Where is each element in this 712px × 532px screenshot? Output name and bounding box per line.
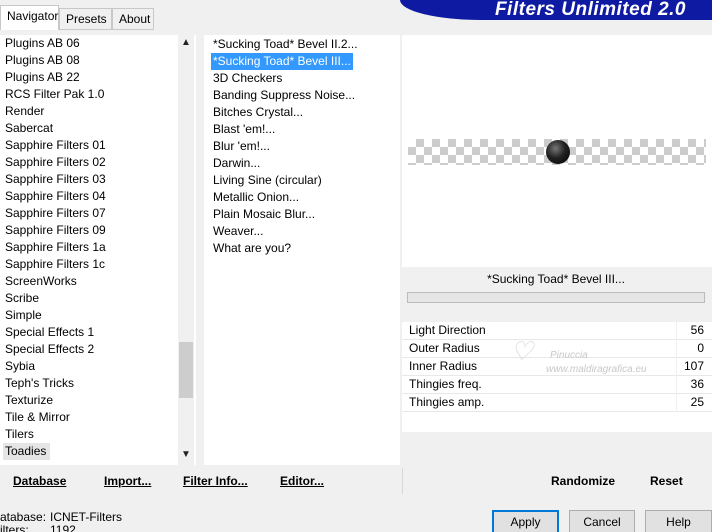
category-item[interactable]: Sapphire Filters 01 (5, 137, 106, 154)
watermark-url: www.maldiragrafica.eu (546, 364, 647, 375)
param-label: Outer Radius (409, 341, 480, 355)
preview-image (408, 139, 706, 165)
tab-about[interactable]: About (112, 8, 154, 29)
filter-item[interactable]: 3D Checkers (213, 70, 282, 87)
watermark: ♡ Pinuccia www.maldiragrafica.eu (510, 336, 710, 386)
filter-item[interactable]: Darwin... (213, 155, 260, 172)
preview-object (546, 140, 570, 164)
filter-item[interactable]: Blast 'em!... (213, 121, 275, 138)
filter-item[interactable]: Blur 'em!... (213, 138, 270, 155)
category-list[interactable]: Plugins AB 06 Plugins AB 08 Plugins AB 2… (0, 35, 196, 465)
category-item[interactable]: Tile & Mirror (5, 409, 70, 426)
action-bar: Database Import... Filter Info... Editor… (0, 466, 712, 496)
filter-item[interactable]: Living Sine (circular) (213, 172, 322, 189)
randomize-button[interactable]: Randomize (551, 474, 615, 488)
apply-button[interactable]: Apply (492, 510, 559, 532)
database-value: ICNET-Filters (50, 510, 122, 524)
category-item[interactable]: Plugins AB 08 (5, 52, 80, 69)
category-item[interactable]: Sapphire Filters 02 (5, 154, 106, 171)
category-item[interactable]: ScreenWorks (5, 273, 77, 290)
cancel-button[interactable]: Cancel (569, 510, 635, 532)
tab-navigator-label: Navigator (7, 9, 59, 23)
category-item[interactable]: Plugins AB 22 (5, 69, 80, 86)
category-item[interactable]: Sapphire Filters 07 (5, 205, 106, 222)
param-value[interactable]: 25 (691, 395, 704, 409)
app-title: Filters Unlimited 2.0 (494, 0, 686, 20)
help-button-label: Help (666, 515, 691, 529)
filter-item[interactable]: Bitches Crystal... (213, 104, 303, 121)
category-item[interactable]: Sapphire Filters 03 (5, 171, 106, 188)
watermark-name: Pinuccia (550, 350, 588, 361)
category-item[interactable]: Special Effects 2 (5, 341, 94, 358)
category-item[interactable]: Sapphire Filters 09 (5, 222, 106, 239)
database-info: atabase: ICNET-Filters (0, 510, 122, 524)
category-item[interactable]: Special Effects 1 (5, 324, 94, 341)
filters-count-info: ilters: 1192 (0, 523, 76, 532)
category-item[interactable]: Sapphire Filters 1c (5, 256, 105, 273)
filter-item-selected[interactable]: *Sucking Toad* Bevel III... (211, 53, 353, 70)
editor-button[interactable]: Editor... (280, 474, 324, 488)
tab-presets-label: Presets (66, 12, 107, 26)
param-thingies-amp[interactable]: Thingies amp. 25 (402, 394, 712, 412)
category-item[interactable]: Texturize (5, 392, 53, 409)
category-item[interactable]: Simple (5, 307, 42, 324)
param-label: Light Direction (409, 323, 486, 337)
cancel-button-label: Cancel (583, 515, 621, 529)
filters-label: ilters: (0, 523, 29, 532)
filter-item[interactable]: What are you? (213, 240, 291, 257)
category-item[interactable]: Scribe (5, 290, 39, 307)
param-value[interactable]: 56 (691, 323, 704, 337)
database-button[interactable]: Database (13, 474, 66, 488)
tab-navigator[interactable]: Navigator (0, 5, 59, 30)
heart-icon: ♡ (510, 336, 534, 366)
param-label: Thingies freq. (409, 377, 482, 391)
tab-presets[interactable]: Presets (59, 8, 112, 29)
category-item[interactable]: RCS Filter Pak 1.0 (5, 86, 104, 103)
reset-button[interactable]: Reset (650, 474, 683, 488)
filters-count-value: 1192 (50, 523, 76, 532)
help-button[interactable]: Help (645, 510, 712, 532)
filter-item[interactable]: Weaver... (213, 223, 263, 240)
filter-item[interactable]: *Sucking Toad* Bevel II.2... (213, 36, 358, 53)
filter-item[interactable]: Metallic Onion... (213, 189, 299, 206)
param-divider (676, 394, 677, 412)
selected-filter-name: *Sucking Toad* Bevel III... (487, 272, 625, 286)
category-item[interactable]: Tilers (5, 426, 34, 443)
param-label: Thingies amp. (409, 395, 485, 409)
progress-bar (407, 292, 705, 303)
category-item[interactable]: Plugins AB 06 (5, 35, 80, 52)
chevron-up-icon[interactable]: ▲ (178, 35, 194, 51)
category-scrollbar[interactable]: ▲ ▼ (178, 35, 194, 465)
preview-area[interactable] (402, 35, 712, 267)
filter-item[interactable]: Plain Mosaic Blur... (213, 206, 315, 223)
param-label: Inner Radius (409, 359, 478, 373)
scrollbar-thumb[interactable] (179, 342, 193, 398)
chevron-down-icon[interactable]: ▼ (178, 447, 194, 463)
category-item[interactable]: Sapphire Filters 04 (5, 188, 106, 205)
filter-list[interactable]: *Sucking Toad* Bevel II.2... *Sucking To… (204, 35, 400, 465)
apply-button-label: Apply (510, 515, 541, 529)
tab-about-label: About (119, 12, 151, 26)
category-item-selected[interactable]: Toadies (3, 443, 51, 460)
category-item[interactable]: Render (5, 103, 44, 120)
import-button[interactable]: Import... (104, 474, 151, 488)
category-item[interactable]: Sapphire Filters 1a (5, 239, 106, 256)
category-item[interactable]: Sybia (5, 358, 35, 375)
app-banner: Filters Unlimited 2.0 (400, 0, 712, 20)
filter-item[interactable]: Banding Suppress Noise... (213, 87, 355, 104)
category-item[interactable]: Sabercat (5, 120, 53, 137)
filter-info-button[interactable]: Filter Info... (183, 474, 248, 488)
action-bar-divider (402, 468, 403, 494)
category-item[interactable]: Teph's Tricks (5, 375, 74, 392)
database-label: atabase: (0, 510, 47, 524)
